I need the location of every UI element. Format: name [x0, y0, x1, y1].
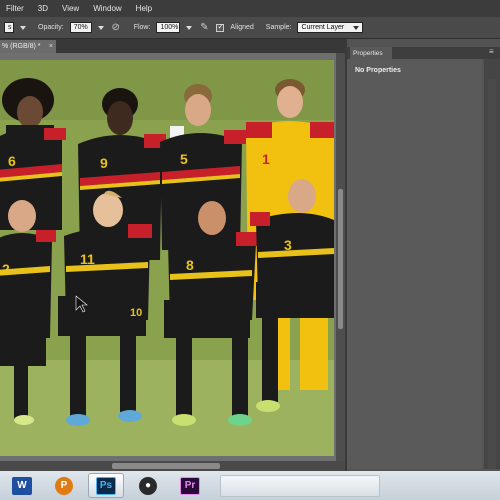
- no-properties-text: No Properties: [355, 67, 401, 74]
- airbrush-icon[interactable]: ✎: [198, 22, 210, 34]
- obs-icon: ●: [139, 476, 157, 495]
- pressure-opacity-icon[interactable]: ⊘: [110, 22, 122, 34]
- chevron-down-icon[interactable]: [97, 25, 104, 30]
- vertical-scroll-thumb[interactable]: [338, 189, 343, 329]
- properties-body: No Properties: [347, 59, 482, 469]
- jersey-number: 1: [262, 151, 270, 167]
- sample-label: Sample:: [265, 24, 292, 31]
- powerpoint-icon: P: [55, 476, 73, 495]
- premiere-icon: Pr: [180, 476, 200, 495]
- document-tab-label: % (RGB/8) *: [2, 43, 41, 50]
- jersey-number: 11: [80, 251, 95, 267]
- jersey-number: 6: [8, 153, 16, 169]
- document-tab[interactable]: % (RGB/8) * ×: [0, 40, 56, 53]
- mode-dropdown[interactable]: s: [4, 22, 14, 33]
- taskbar: W P Ps ● Pr: [0, 471, 500, 500]
- flow-label: Flow:: [133, 24, 151, 31]
- menu-filter[interactable]: Filter: [6, 4, 24, 13]
- document-tab-bar: % (RGB/8) * ×: [0, 39, 345, 53]
- taskbar-word[interactable]: W: [4, 473, 40, 498]
- team-photo[interactable]: 6 9 5 1 2 11 8 3 10: [0, 60, 334, 456]
- panel-scroll-track[interactable]: [488, 79, 496, 469]
- tab-properties[interactable]: Properties: [350, 47, 392, 59]
- opacity-label: Opacity:: [38, 24, 64, 31]
- menu-3d[interactable]: 3D: [38, 4, 48, 13]
- aligned-checkbox[interactable]: [216, 22, 225, 32]
- menu-help[interactable]: Help: [136, 4, 152, 13]
- chevron-down-icon[interactable]: [20, 25, 26, 30]
- canvas-area[interactable]: 6 9 5 1 2 11 8 3 10: [0, 53, 345, 461]
- menu-bar: Filter 3D View Window Help: [0, 0, 500, 17]
- flow-input[interactable]: 100%: [156, 22, 181, 33]
- sample-dropdown[interactable]: Current Layer: [297, 22, 364, 33]
- jersey-number: 2: [2, 261, 10, 277]
- team-photo-illustration: 6 9 5 1 2 11 8 3 10: [0, 60, 334, 456]
- panel-scrollbar[interactable]: [484, 59, 500, 469]
- panel-tab-bar: Properties: [347, 47, 500, 59]
- aligned-label: Aligned: [230, 24, 254, 31]
- taskbar-obs[interactable]: ●: [130, 473, 166, 498]
- horizontal-scroll-thumb[interactable]: [112, 463, 220, 469]
- jersey-number: 9: [100, 155, 108, 171]
- taskbar-photoshop[interactable]: Ps: [88, 473, 124, 498]
- sample-value: Current Layer: [301, 24, 345, 31]
- taskbar-window-button[interactable]: [220, 474, 380, 497]
- word-icon: W: [12, 476, 32, 495]
- jersey-number: 8: [186, 257, 194, 273]
- properties-panel: Properties ≡ No Properties: [345, 39, 500, 471]
- chevron-down-icon: [353, 25, 360, 30]
- options-bar: s Opacity: 70% ⊘ Flow: 100% ✎ Aligned Sa…: [0, 17, 500, 39]
- panel-menu-icon[interactable]: ≡: [489, 47, 494, 56]
- jersey-number: 5: [180, 151, 188, 167]
- menu-view[interactable]: View: [62, 4, 79, 13]
- jersey-number: 3: [284, 237, 292, 253]
- taskbar-powerpoint[interactable]: P: [46, 473, 82, 498]
- photoshop-icon: Ps: [96, 476, 116, 495]
- close-icon[interactable]: ×: [49, 43, 53, 50]
- menu-window[interactable]: Window: [93, 4, 121, 13]
- taskbar-premiere[interactable]: Pr: [172, 473, 208, 498]
- jersey-number: 10: [130, 307, 142, 319]
- opacity-input[interactable]: 70%: [69, 22, 92, 33]
- chevron-down-icon[interactable]: [186, 25, 193, 30]
